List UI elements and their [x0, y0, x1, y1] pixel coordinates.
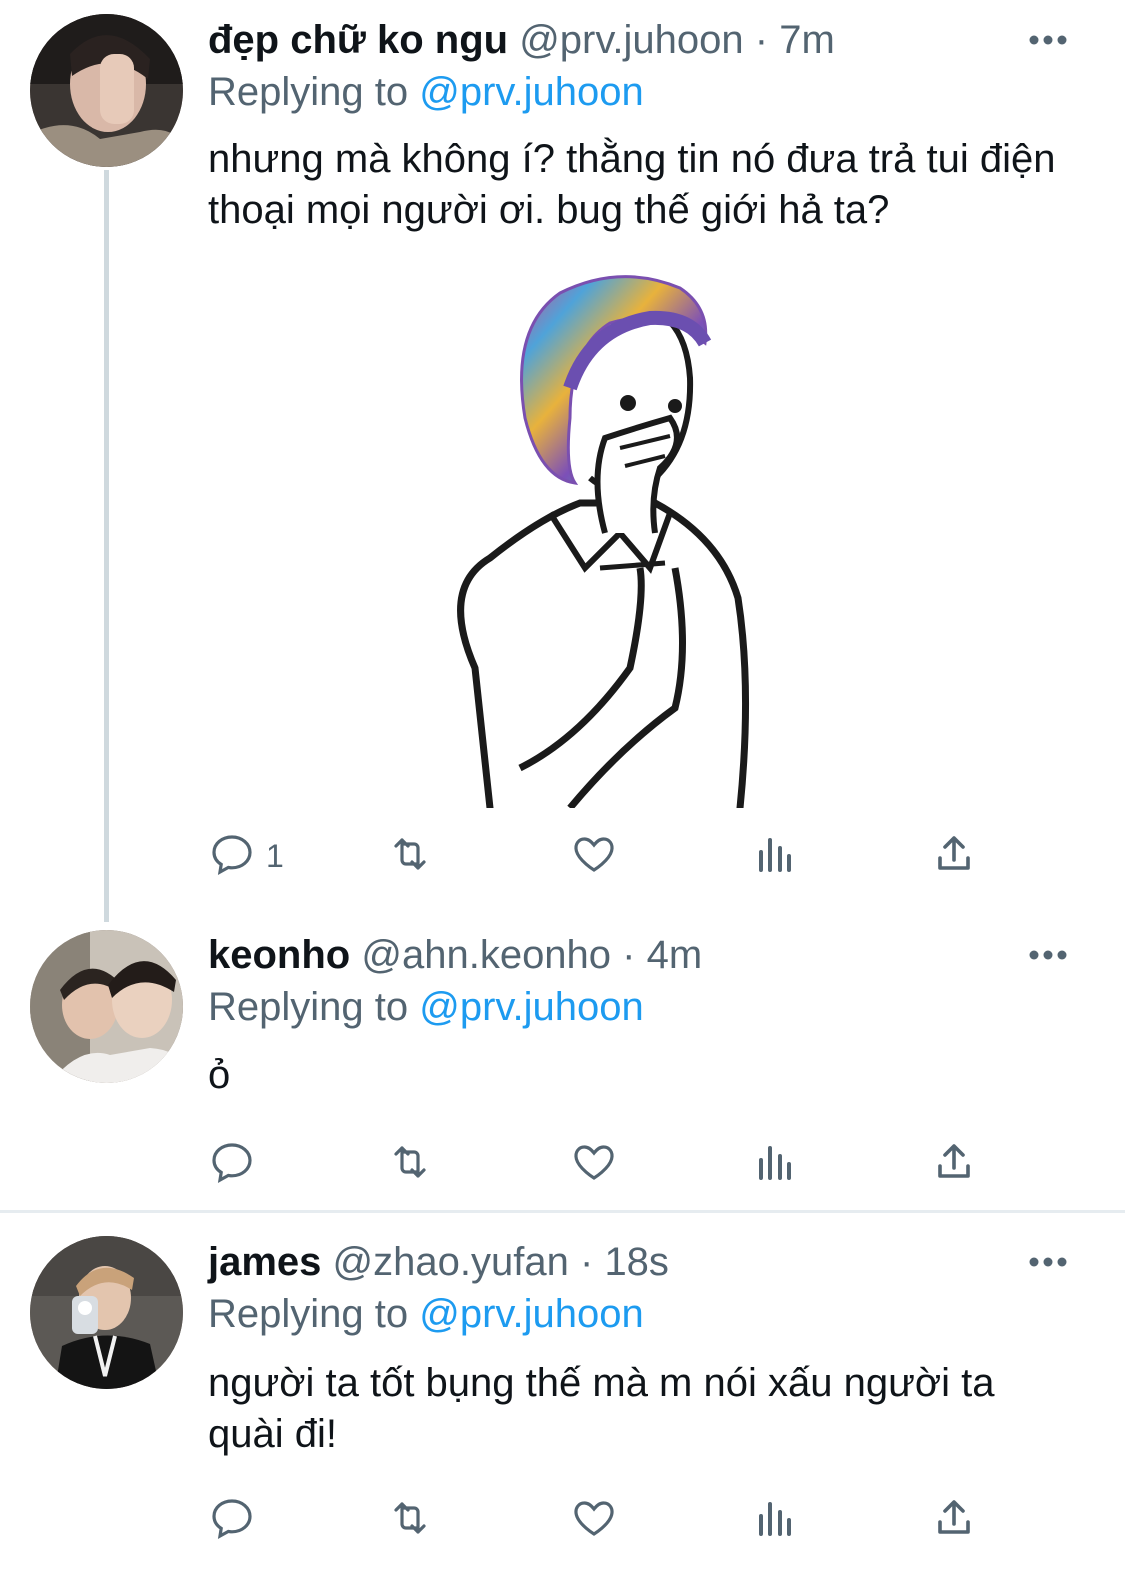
more-icon[interactable]: [1028, 945, 1068, 965]
heart-icon: [570, 1494, 618, 1547]
retweet-button[interactable]: [386, 1134, 434, 1194]
analytics-icon: [751, 1138, 799, 1191]
like-button[interactable]: [570, 826, 618, 886]
tweet-3[interactable]: james @zhao.yufan · 18s Replying to @prv…: [0, 1222, 1125, 1589]
share-icon: [930, 830, 978, 883]
separator-dot: ·: [622, 933, 636, 977]
display-name[interactable]: keonho: [208, 933, 350, 977]
reply-button[interactable]: 1: [208, 826, 284, 886]
handle[interactable]: @zhao.yufan: [333, 1240, 569, 1284]
handle[interactable]: @ahn.keonho: [361, 933, 611, 977]
avatar[interactable]: [30, 14, 183, 167]
like-button[interactable]: [570, 1490, 618, 1550]
reply-icon: [208, 1494, 256, 1547]
like-button[interactable]: [570, 1134, 618, 1194]
replying-to-mention[interactable]: @prv.juhoon: [419, 70, 643, 114]
retweet-button[interactable]: [386, 1490, 434, 1550]
tweet-text: người ta tốt bụng thế mà m nói xấu người…: [208, 1361, 995, 1456]
retweet-icon: [386, 1138, 434, 1191]
avatar-image: [30, 14, 183, 167]
tweet-divider: [0, 1210, 1125, 1213]
replying-to-label: Replying to: [208, 985, 409, 1029]
avatar[interactable]: [30, 1236, 183, 1389]
separator-dot: ·: [754, 18, 769, 62]
tweet-1[interactable]: đẹp chữ ko ngu @prv.juhoon · 7m Replying…: [0, 0, 1125, 915]
more-icon[interactable]: [1028, 1252, 1068, 1272]
reply-icon: [208, 830, 256, 883]
heart-icon: [570, 830, 618, 883]
views-button[interactable]: [751, 1490, 799, 1550]
timestamp[interactable]: 18s: [604, 1240, 669, 1284]
avatar-image: [30, 930, 183, 1083]
share-button[interactable]: [930, 1134, 978, 1194]
tweet-actions: [208, 1490, 1008, 1550]
separator-dot: ·: [579, 1240, 594, 1284]
views-button[interactable]: [751, 1134, 799, 1194]
reply-icon: [208, 1138, 256, 1191]
tweet-text: ỏ: [208, 1053, 231, 1097]
handle[interactable]: @prv.juhoon: [519, 18, 743, 62]
retweet-button[interactable]: [386, 826, 434, 886]
timestamp[interactable]: 7m: [779, 18, 835, 62]
replying-to-label: Replying to: [208, 1292, 409, 1336]
tweet-text: nhưng mà không í? thằng tin nó đưa trả t…: [208, 137, 1056, 232]
replying-to: Replying to @prv.juhoon: [208, 1288, 644, 1340]
share-button[interactable]: [930, 826, 978, 886]
display-name[interactable]: james: [208, 1240, 321, 1284]
tweet-media-image[interactable]: [420, 268, 776, 812]
tweet-header: keonho @ahn.keonho · 4m: [208, 929, 702, 981]
more-icon[interactable]: [1028, 30, 1068, 50]
reply-button[interactable]: [208, 1490, 256, 1550]
reply-count: 1: [266, 837, 284, 874]
tweet-header: đẹp chữ ko ngu @prv.juhoon · 7m: [208, 14, 835, 66]
meme-illustration: [457, 275, 750, 812]
share-icon: [930, 1494, 978, 1547]
reply-button[interactable]: [208, 1134, 256, 1194]
avatar-image: [30, 1236, 183, 1389]
heart-icon: [570, 1138, 618, 1191]
replying-to: Replying to @prv.juhoon: [208, 981, 644, 1033]
views-button[interactable]: [751, 826, 799, 886]
replying-to-mention[interactable]: @prv.juhoon: [419, 985, 643, 1029]
retweet-icon: [386, 1494, 434, 1547]
replying-to-mention[interactable]: @prv.juhoon: [419, 1292, 643, 1336]
retweet-icon: [386, 830, 434, 883]
avatar[interactable]: [30, 930, 183, 1083]
replying-to-label: Replying to: [208, 70, 409, 114]
replying-to: Replying to @prv.juhoon: [208, 66, 644, 118]
analytics-icon: [751, 1494, 799, 1547]
analytics-icon: [751, 830, 799, 883]
tweet-actions: [208, 1134, 1008, 1194]
tweet-actions: 1: [208, 826, 1008, 886]
share-icon: [930, 1138, 978, 1191]
share-button[interactable]: [930, 1490, 978, 1550]
timestamp[interactable]: 4m: [647, 933, 703, 977]
tweet-2[interactable]: keonho @ahn.keonho · 4m Replying to @prv…: [0, 915, 1125, 1210]
tweet-header: james @zhao.yufan · 18s: [208, 1236, 669, 1288]
display-name[interactable]: đẹp chữ ko ngu: [208, 18, 508, 62]
